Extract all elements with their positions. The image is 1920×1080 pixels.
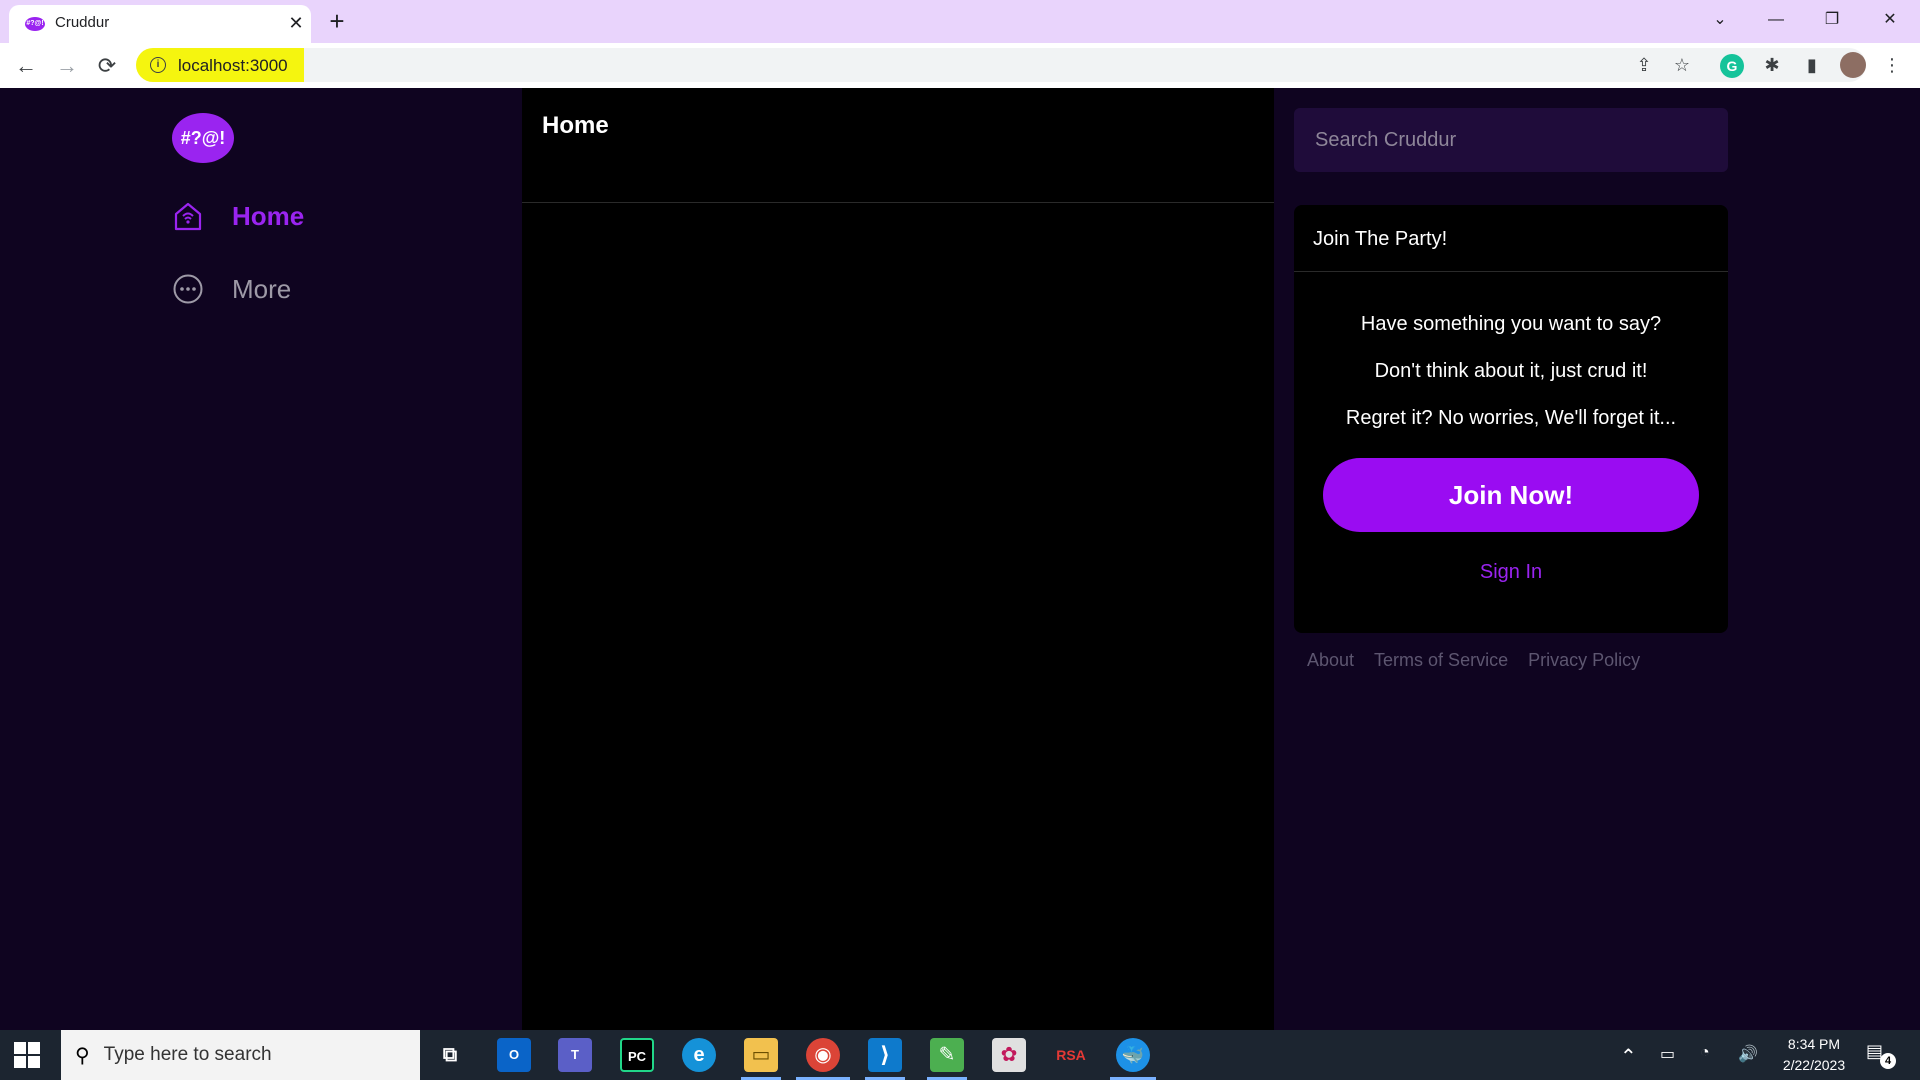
notifications-icon[interactable]: ▤ 4 xyxy=(1866,1041,1896,1069)
profile-avatar[interactable] xyxy=(1840,52,1866,78)
reload-icon[interactable]: ⟳ xyxy=(91,50,123,82)
outlook-icon[interactable]: O xyxy=(497,1038,531,1072)
new-tab-button[interactable]: + xyxy=(322,7,352,37)
join-card-line: Regret it? No worries, We'll forget it..… xyxy=(1345,407,1677,429)
paint-icon[interactable]: ✿ xyxy=(992,1038,1026,1072)
join-card-line: Have something you want to say? xyxy=(1360,313,1662,335)
url-text[interactable]: localhost:3000 xyxy=(178,56,288,76)
teams-icon[interactable]: T xyxy=(558,1038,592,1072)
browser-menu-icon[interactable]: ⋮ xyxy=(1880,53,1904,77)
windows-taskbar: ⚲ Type here to search ⧉ O T PC e ▭ ◉ ⟩ ✎… xyxy=(0,1030,1920,1080)
join-card-line: Don't think about it, just crud it! xyxy=(1374,360,1648,382)
sidebar-item-label: More xyxy=(232,273,292,304)
page-title: Home xyxy=(542,112,609,139)
extensions-puzzle-icon[interactable]: ✱ xyxy=(1760,53,1784,77)
search-input[interactable] xyxy=(1294,108,1728,172)
browser-toolbar: ← → ⟳ i localhost:3000 ⇪ ☆ G ✱ ▮ ⋮ xyxy=(0,43,1920,88)
clock-time: 8:34 PM xyxy=(1787,1036,1841,1052)
window-close-icon[interactable]: ✕ xyxy=(1870,4,1910,36)
taskbar-clock[interactable]: 8:34 PM 2/22/2023 xyxy=(1770,1034,1858,1076)
more-dots-icon xyxy=(170,271,206,307)
join-card-title: Join The Party! xyxy=(1294,205,1728,272)
home-icon xyxy=(170,198,206,234)
edge-icon[interactable]: e xyxy=(682,1038,716,1072)
tab-title: Cruddur xyxy=(55,14,110,31)
site-info-icon[interactable]: i xyxy=(150,57,166,73)
browser-tab-bar: #?@! Cruddur ✕ + ⌄ — ❐ ✕ xyxy=(0,0,1920,43)
pycharm-icon[interactable]: PC xyxy=(620,1038,654,1072)
sidebar-item-label: Home xyxy=(232,200,305,231)
file-explorer-icon[interactable]: ▭ xyxy=(744,1038,778,1072)
search-icon: ⚲ xyxy=(75,1044,90,1067)
tab-search-chevron-icon[interactable]: ⌄ xyxy=(1700,4,1740,36)
docker-icon[interactable]: 🐳 xyxy=(1116,1038,1150,1072)
sidebar-item-more[interactable]: More xyxy=(170,265,291,313)
clock-date: 2/22/2023 xyxy=(1782,1057,1846,1073)
browser-tab[interactable]: #?@! Cruddur ✕ xyxy=(9,5,311,43)
notifications-badge: 4 xyxy=(1880,1053,1896,1069)
sidebar-item-home[interactable]: Home xyxy=(170,192,304,240)
minimize-icon[interactable]: — xyxy=(1756,4,1796,36)
address-bar[interactable]: i localhost:3000 ⇪ ☆ xyxy=(136,48,1866,82)
grammarly-extension-icon[interactable]: G xyxy=(1720,54,1744,78)
network-icon[interactable]: ◔ xyxy=(1700,1044,1710,1062)
forward-arrow-icon[interactable]: → xyxy=(51,50,83,82)
taskbar-search-box[interactable]: ⚲ Type here to search xyxy=(61,1030,420,1080)
sign-in-link[interactable]: Sign In xyxy=(1294,561,1728,584)
terms-of-service-link[interactable]: Terms of Service xyxy=(1374,650,1508,671)
taskbar-search-placeholder: Type here to search xyxy=(103,1044,272,1065)
join-party-card: Join The Party! Have something you want … xyxy=(1294,205,1728,633)
left-sidebar: #?@! Home More xyxy=(0,88,522,1030)
rsa-icon[interactable]: RSA xyxy=(1054,1038,1088,1072)
bookmark-star-icon[interactable]: ☆ xyxy=(1670,53,1694,77)
tray-chevron-icon[interactable]: ⌃ xyxy=(1620,1044,1637,1069)
vscode-icon[interactable]: ⟩ xyxy=(868,1038,902,1072)
cruddur-favicon-icon: #?@! xyxy=(25,17,45,31)
notepad-icon[interactable]: ✎ xyxy=(930,1038,964,1072)
back-arrow-icon[interactable]: ← xyxy=(10,50,42,82)
right-sidebar: Join The Party! Have something you want … xyxy=(1274,88,1920,1030)
windows-start-icon[interactable] xyxy=(14,1042,40,1068)
join-now-button[interactable]: Join Now! xyxy=(1323,458,1699,532)
cruddur-app: #?@! Home More Home Search Cruddur Join … xyxy=(0,88,1920,1030)
main-feed: Home xyxy=(522,88,1274,1030)
side-panel-icon[interactable]: ▮ xyxy=(1800,53,1824,77)
share-icon[interactable]: ⇪ xyxy=(1632,53,1656,77)
footer-links: About Terms of Service Privacy Policy xyxy=(1307,650,1640,671)
battery-icon[interactable]: ▭ xyxy=(1660,1044,1675,1064)
feed-header: Home xyxy=(522,88,1274,203)
restore-icon[interactable]: ❐ xyxy=(1812,4,1852,36)
cruddur-logo-icon[interactable]: #?@! xyxy=(172,113,234,163)
chrome-icon[interactable]: ◉ xyxy=(806,1038,840,1072)
volume-icon[interactable]: 🔊 xyxy=(1738,1044,1758,1064)
tab-close-icon[interactable]: ✕ xyxy=(285,12,307,34)
task-view-icon[interactable]: ⧉ xyxy=(433,1038,467,1072)
about-link[interactable]: About xyxy=(1307,650,1354,671)
privacy-policy-link[interactable]: Privacy Policy xyxy=(1528,650,1640,671)
